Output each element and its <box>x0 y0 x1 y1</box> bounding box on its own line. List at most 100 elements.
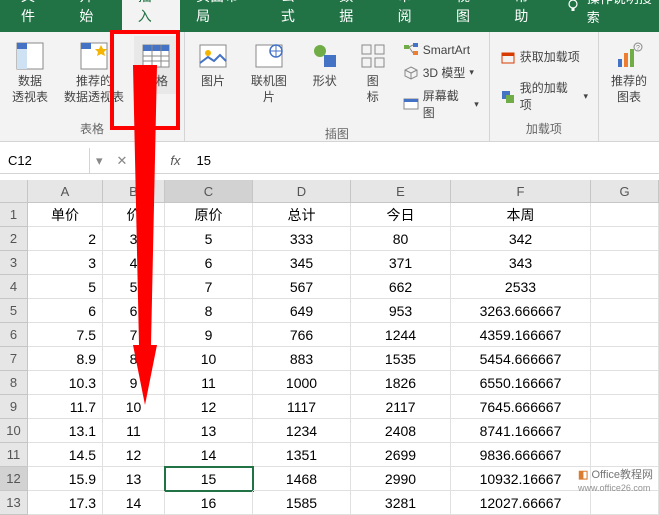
shapes-button[interactable]: 形状 <box>303 36 347 94</box>
tab-view[interactable]: 视图 <box>440 0 498 32</box>
enter-formula-button[interactable]: ✓ <box>135 153 162 169</box>
row-header[interactable]: 9 <box>0 395 28 419</box>
cell[interactable]: 345 <box>253 251 351 275</box>
online-pictures-button[interactable]: 联机图片 <box>239 36 299 109</box>
chevron-down-icon[interactable]: ▾ <box>90 153 109 169</box>
cell[interactable]: 766 <box>253 323 351 347</box>
cell[interactable]: 9 <box>103 371 165 395</box>
tab-review[interactable]: 审阅 <box>382 0 440 32</box>
cell[interactable]: 2408 <box>351 419 451 443</box>
cell[interactable]: 15.9 <box>28 467 103 491</box>
cell[interactable]: 1585 <box>253 491 351 515</box>
col-header-g[interactable]: G <box>591 180 659 202</box>
cell[interactable]: 本周 <box>451 203 591 227</box>
cell[interactable] <box>591 251 659 275</box>
cell[interactable]: 单价 <box>28 203 103 227</box>
cell[interactable]: 371 <box>351 251 451 275</box>
cell[interactable]: 12027.66667 <box>451 491 591 515</box>
col-header-b[interactable]: B <box>103 180 165 202</box>
row-header[interactable]: 7 <box>0 347 28 371</box>
cell[interactable]: 11 <box>103 419 165 443</box>
formula-input[interactable] <box>188 153 659 168</box>
cell[interactable]: 12 <box>103 443 165 467</box>
cell[interactable]: 5 <box>28 275 103 299</box>
cell[interactable]: 1468 <box>253 467 351 491</box>
cell[interactable]: 9 <box>165 323 253 347</box>
cell[interactable]: 12 <box>165 395 253 419</box>
pictures-button[interactable]: 图片 <box>191 36 235 94</box>
cell[interactable] <box>591 275 659 299</box>
3d-model-button[interactable]: 3D 模型 ▾ <box>399 62 483 83</box>
cell[interactable] <box>591 299 659 323</box>
row-header[interactable]: 2 <box>0 227 28 251</box>
name-box[interactable]: C12 <box>0 148 90 173</box>
cell[interactable]: 16 <box>165 491 253 515</box>
cell[interactable]: 1234 <box>253 419 351 443</box>
cell[interactable]: 14.5 <box>28 443 103 467</box>
cell[interactable]: 662 <box>351 275 451 299</box>
cell[interactable]: 3263.666667 <box>451 299 591 323</box>
cell[interactable]: 6 <box>28 299 103 323</box>
row-header[interactable]: 11 <box>0 443 28 467</box>
cell[interactable]: 5 <box>103 275 165 299</box>
screenshot-button[interactable]: 屏幕截图 ▾ <box>399 85 483 123</box>
cell[interactable]: 7645.666667 <box>451 395 591 419</box>
cell[interactable]: 8741.166667 <box>451 419 591 443</box>
row-header[interactable]: 8 <box>0 371 28 395</box>
cell[interactable] <box>591 419 659 443</box>
col-header-a[interactable]: A <box>28 180 103 202</box>
cell[interactable]: 10 <box>103 395 165 419</box>
cell[interactable]: 3 <box>28 251 103 275</box>
cell[interactable]: 2699 <box>351 443 451 467</box>
cell[interactable]: 14 <box>103 491 165 515</box>
get-addins-button[interactable]: 获取加载项 <box>496 46 592 67</box>
cell[interactable]: 7 <box>103 323 165 347</box>
row-header[interactable]: 5 <box>0 299 28 323</box>
cell[interactable] <box>591 203 659 227</box>
cell[interactable]: 8 <box>103 347 165 371</box>
cancel-formula-button[interactable]: ✕ <box>109 153 136 169</box>
cell[interactable]: 1351 <box>253 443 351 467</box>
recommended-pivot-button[interactable]: 推荐的 数据透视表 <box>58 36 130 109</box>
cell[interactable]: 8 <box>165 299 253 323</box>
cell[interactable]: 10932.16667 <box>451 467 591 491</box>
cell[interactable]: 14 <box>165 443 253 467</box>
cell[interactable]: 13 <box>165 419 253 443</box>
cell[interactable]: 4359.166667 <box>451 323 591 347</box>
row-header[interactable]: 1 <box>0 203 28 227</box>
cell[interactable]: 3281 <box>351 491 451 515</box>
cell[interactable]: 5 <box>165 227 253 251</box>
table-button[interactable]: 表格 <box>134 36 178 94</box>
row-header[interactable]: 6 <box>0 323 28 347</box>
cell[interactable]: 13.1 <box>28 419 103 443</box>
cell[interactable]: 17.3 <box>28 491 103 515</box>
cell[interactable]: 7.5 <box>28 323 103 347</box>
cell[interactable]: 11.7 <box>28 395 103 419</box>
my-addins-button[interactable]: 我的加载项 ▾ <box>496 77 592 115</box>
tab-home[interactable]: 开始 <box>63 0 121 32</box>
smartart-button[interactable]: SmartArt <box>399 40 483 60</box>
tab-help[interactable]: 帮助 <box>498 0 556 32</box>
tab-data[interactable]: 数据 <box>323 0 381 32</box>
cell[interactable]: 9836.666667 <box>451 443 591 467</box>
recommended-charts-button[interactable]: ? 推荐的 图表 <box>605 36 653 109</box>
col-header-e[interactable]: E <box>351 180 451 202</box>
row-header[interactable]: 3 <box>0 251 28 275</box>
cell[interactable]: 今日 <box>351 203 451 227</box>
row-header[interactable]: 13 <box>0 491 28 515</box>
cell[interactable] <box>591 395 659 419</box>
select-all-corner[interactable] <box>0 180 28 202</box>
cell[interactable]: 2990 <box>351 467 451 491</box>
cell[interactable]: 10.3 <box>28 371 103 395</box>
pivot-table-button[interactable]: 数据 透视表 <box>6 36 54 109</box>
cell[interactable]: 1117 <box>253 395 351 419</box>
cell[interactable]: 6550.166667 <box>451 371 591 395</box>
cell[interactable]: 343 <box>451 251 591 275</box>
cell[interactable] <box>591 491 659 515</box>
tab-file[interactable]: 文件 <box>5 0 63 32</box>
cell[interactable]: 4 <box>103 251 165 275</box>
cell[interactable]: 价 <box>103 203 165 227</box>
cell[interactable]: 1535 <box>351 347 451 371</box>
cell[interactable] <box>591 371 659 395</box>
tab-pagelayout[interactable]: 页面布局 <box>180 0 265 32</box>
